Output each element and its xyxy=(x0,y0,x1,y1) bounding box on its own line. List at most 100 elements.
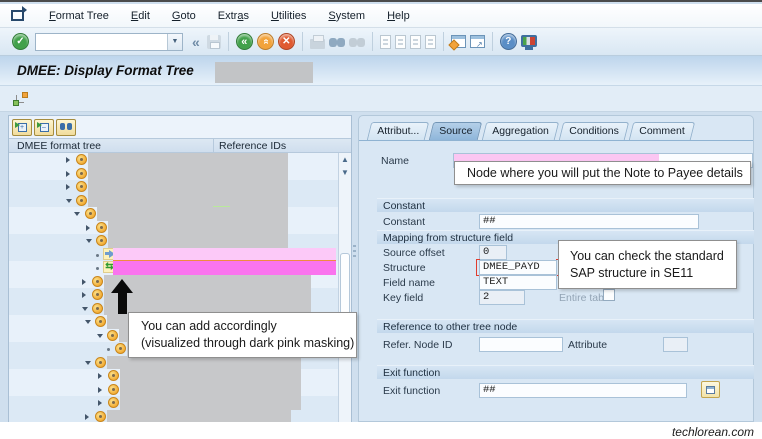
expander-icon[interactable] xyxy=(85,360,91,365)
menu-item-format-tree[interactable]: Format Tree xyxy=(38,7,120,25)
node-icon[interactable] xyxy=(76,194,87,206)
expander-icon[interactable] xyxy=(82,292,86,298)
command-input[interactable] xyxy=(36,34,167,49)
node-icon[interactable] xyxy=(108,383,119,395)
node-icon[interactable] xyxy=(95,410,106,422)
command-field[interactable]: ▼ xyxy=(35,32,183,51)
node-icon[interactable] xyxy=(92,302,103,314)
node-icon[interactable] xyxy=(95,316,106,327)
tree-row[interactable] xyxy=(9,180,339,194)
tree-row[interactable] xyxy=(9,409,339,422)
page-up-icon[interactable] xyxy=(394,34,406,49)
expander-icon[interactable] xyxy=(98,400,102,406)
expander-icon[interactable] xyxy=(82,278,86,285)
page-down-icon[interactable] xyxy=(409,34,421,49)
expander-icon[interactable] xyxy=(85,413,89,420)
menu-item-utilities[interactable]: Utilities xyxy=(260,7,317,25)
scroll-up-icon[interactable]: ▲ xyxy=(339,153,351,166)
menu-item-edit[interactable]: Edit xyxy=(120,7,161,25)
enter-check-icon[interactable]: ✓ xyxy=(12,33,29,50)
cancel-icon[interactable]: ✕ xyxy=(277,33,295,50)
node-icon[interactable] xyxy=(95,356,106,368)
entire-table-checkbox[interactable] xyxy=(603,289,615,301)
tree-row[interactable]: ⇆ xyxy=(9,261,339,275)
create-shortcut-icon[interactable] xyxy=(469,35,485,48)
node-icon[interactable] xyxy=(85,208,96,219)
menu-item-help[interactable]: Help xyxy=(376,7,421,25)
node-icon[interactable] xyxy=(108,370,119,381)
back-icon[interactable]: « xyxy=(235,33,253,50)
expander-icon[interactable] xyxy=(98,386,102,393)
new-session-icon[interactable] xyxy=(450,35,466,48)
collapse-subtree-icon[interactable]: – xyxy=(34,118,54,136)
help-icon[interactable]: ? xyxy=(499,33,517,50)
attribute-field[interactable] xyxy=(663,337,688,352)
tree-row[interactable] xyxy=(9,274,339,289)
find-next-icon[interactable] xyxy=(348,36,365,48)
last-page-icon[interactable] xyxy=(424,34,436,49)
tree-row[interactable] xyxy=(9,247,339,262)
node-icon[interactable] xyxy=(115,343,126,354)
expander-icon[interactable] xyxy=(66,198,72,203)
tree-row[interactable] xyxy=(9,369,339,383)
tab-source[interactable]: Source xyxy=(428,122,483,140)
exit-icon[interactable]: « xyxy=(256,33,274,50)
command-dropdown-icon[interactable]: ▼ xyxy=(167,33,182,50)
print-icon[interactable] xyxy=(309,34,325,49)
collapse-chevrons-icon[interactable]: « xyxy=(192,34,200,50)
tree-row[interactable] xyxy=(9,396,339,410)
tree-row[interactable] xyxy=(9,220,339,235)
expander-icon[interactable] xyxy=(82,306,88,311)
tree-scrollbar[interactable]: ▲ ▼ xyxy=(338,153,351,422)
tree-row[interactable] xyxy=(9,207,339,221)
node-icon[interactable] xyxy=(92,275,103,287)
constant-field[interactable]: ## xyxy=(479,214,699,229)
expander-icon[interactable] xyxy=(98,373,102,379)
tab-comment[interactable]: Comment xyxy=(628,122,695,140)
find-icon[interactable] xyxy=(328,36,345,48)
tree-row[interactable] xyxy=(9,382,339,397)
expander-icon[interactable] xyxy=(86,224,90,231)
tree-row[interactable] xyxy=(9,288,339,302)
tree-row[interactable] xyxy=(9,234,339,248)
expander-icon[interactable] xyxy=(85,320,91,324)
menu-item-system[interactable]: System xyxy=(317,7,376,25)
tree-row[interactable] xyxy=(9,193,339,209)
source-offset-field[interactable]: 0 xyxy=(479,245,507,260)
exit-function-field[interactable]: ## xyxy=(479,383,687,398)
node-icon[interactable] xyxy=(96,221,107,233)
find-icon[interactable] xyxy=(56,118,76,136)
node-icon[interactable] xyxy=(108,397,119,408)
node-icon[interactable] xyxy=(76,167,87,179)
scroll-down-icon[interactable]: ▼ xyxy=(339,166,351,179)
first-page-icon[interactable] xyxy=(379,34,391,49)
node-icon[interactable] xyxy=(107,329,118,341)
tab-conditions[interactable]: Conditions xyxy=(558,122,629,140)
tree-row[interactable] xyxy=(9,166,339,181)
panel-splitter[interactable] xyxy=(353,245,356,259)
save-icon[interactable] xyxy=(206,34,221,49)
tree-row[interactable] xyxy=(9,153,339,167)
menu-item-extras[interactable]: Extras xyxy=(207,7,260,25)
expand-subtree-icon[interactable]: + xyxy=(12,118,32,136)
expander-icon[interactable] xyxy=(66,184,70,190)
refer-node-id-field[interactable] xyxy=(479,337,563,352)
node-icon[interactable] xyxy=(76,181,87,192)
gui-settings-icon[interactable] xyxy=(520,34,537,50)
structure-field[interactable]: DMEE_PAYD xyxy=(476,259,560,276)
expander-icon[interactable] xyxy=(66,170,70,177)
node-icon[interactable] xyxy=(76,154,87,165)
node-icon[interactable] xyxy=(96,235,107,246)
tab-attributes[interactable]: Attribut... xyxy=(366,122,430,140)
positions-icon[interactable] xyxy=(13,92,28,106)
system-menu-icon[interactable] xyxy=(11,6,27,21)
exit-function-editor-icon[interactable] xyxy=(701,381,720,398)
expander-icon[interactable] xyxy=(97,333,103,338)
expander-icon[interactable] xyxy=(86,239,92,243)
tab-aggregation[interactable]: Aggregation xyxy=(482,122,560,140)
expander-icon[interactable] xyxy=(74,212,80,216)
node-icon[interactable] xyxy=(92,289,103,300)
key-field-field[interactable]: 2 xyxy=(479,290,525,305)
field-name-field[interactable]: TEXT xyxy=(479,275,557,290)
menu-item-goto[interactable]: Goto xyxy=(161,7,207,25)
